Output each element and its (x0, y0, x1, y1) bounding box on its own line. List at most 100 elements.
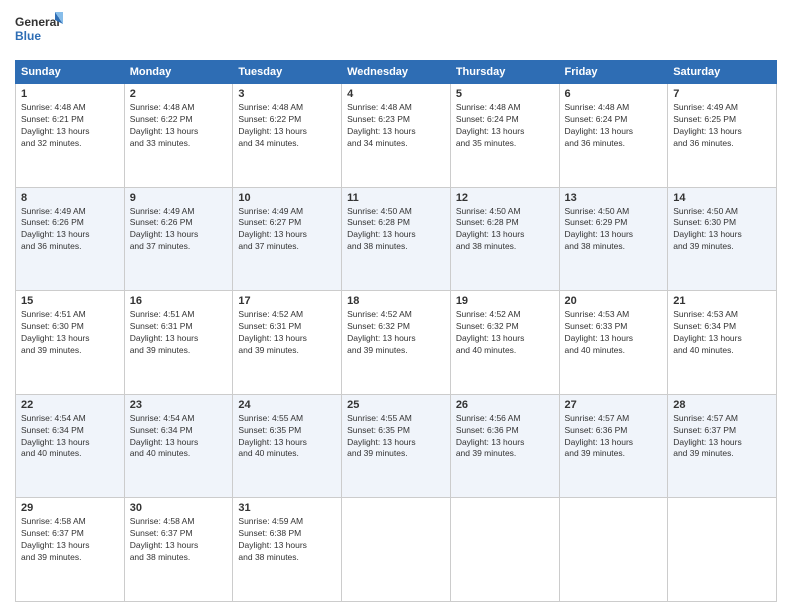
calendar-header: SundayMondayTuesdayWednesdayThursdayFrid… (16, 61, 777, 84)
day-info: Sunrise: 4:50 AM Sunset: 6:30 PM Dayligh… (673, 206, 771, 254)
day-info: Sunrise: 4:51 AM Sunset: 6:31 PM Dayligh… (130, 309, 228, 357)
day-info: Sunrise: 4:50 AM Sunset: 6:29 PM Dayligh… (565, 206, 663, 254)
day-info: Sunrise: 4:55 AM Sunset: 6:35 PM Dayligh… (347, 413, 445, 461)
calendar-cell: 27Sunrise: 4:57 AM Sunset: 6:36 PM Dayli… (559, 394, 668, 498)
day-number: 22 (21, 399, 119, 411)
calendar-cell: 30Sunrise: 4:58 AM Sunset: 6:37 PM Dayli… (124, 498, 233, 602)
day-info: Sunrise: 4:52 AM Sunset: 6:32 PM Dayligh… (456, 309, 554, 357)
day-info: Sunrise: 4:49 AM Sunset: 6:25 PM Dayligh… (673, 102, 771, 150)
calendar-week-1: 1 Sunrise: 4:48 AM Sunset: 6:21 PM Daylig… (16, 84, 777, 188)
day-number: 16 (130, 295, 228, 307)
calendar-week-3: 15 Sunrise: 4:51 AM Sunset: 6:30 PM Dayli… (16, 291, 777, 395)
day-info: Sunrise: 4:48 AM Sunset: 6:24 PM Dayligh… (456, 102, 554, 150)
day-number: 18 (347, 295, 445, 307)
day-header-wednesday: Wednesday (342, 61, 451, 84)
day-info: Sunrise: 4:48 AM Sunset: 6:22 PM Dayligh… (130, 102, 228, 150)
calendar-cell: 14 Sunrise: 4:50 AM Sunset: 6:30 PM Dayli… (668, 187, 777, 291)
day-info: Sunrise: 4:49 AM Sunset: 6:27 PM Dayligh… (238, 206, 336, 254)
day-number: 9 (130, 192, 228, 204)
logo: General Blue (15, 10, 65, 52)
calendar-cell: 28 Sunrise: 4:57 AM Sunset: 6:37 PM Dayli… (668, 394, 777, 498)
calendar-cell: 12Sunrise: 4:50 AM Sunset: 6:28 PM Dayli… (450, 187, 559, 291)
day-info: Sunrise: 4:52 AM Sunset: 6:31 PM Dayligh… (238, 309, 336, 357)
calendar-cell: 19 Sunrise: 4:52 AM Sunset: 6:32 PM Dayli… (450, 291, 559, 395)
day-number: 7 (673, 88, 771, 100)
day-number: 1 (21, 88, 119, 100)
calendar-cell: 23Sunrise: 4:54 AM Sunset: 6:34 PM Dayli… (124, 394, 233, 498)
day-number: 10 (238, 192, 336, 204)
calendar-cell: 29Sunrise: 4:58 AM Sunset: 6:37 PM Dayli… (16, 498, 125, 602)
calendar-cell: 17Sunrise: 4:52 AM Sunset: 6:31 PM Dayli… (233, 291, 342, 395)
day-number: 19 (456, 295, 554, 307)
calendar-week-4: 22 Sunrise: 4:54 AM Sunset: 6:34 PM Dayli… (16, 394, 777, 498)
calendar-cell: 5 Sunrise: 4:48 AM Sunset: 6:24 PM Daylig… (450, 84, 559, 188)
days-of-week-row: SundayMondayTuesdayWednesdayThursdayFrid… (16, 61, 777, 84)
calendar-body: 1 Sunrise: 4:48 AM Sunset: 6:21 PM Daylig… (16, 84, 777, 602)
calendar-cell: 18 Sunrise: 4:52 AM Sunset: 6:32 PM Dayli… (342, 291, 451, 395)
calendar-cell: 26Sunrise: 4:56 AM Sunset: 6:36 PM Dayli… (450, 394, 559, 498)
calendar-cell: 7 Sunrise: 4:49 AM Sunset: 6:25 PM Daylig… (668, 84, 777, 188)
day-number: 21 (673, 295, 771, 307)
calendar-table: SundayMondayTuesdayWednesdayThursdayFrid… (15, 60, 777, 602)
day-header-saturday: Saturday (668, 61, 777, 84)
calendar-cell: 21 Sunrise: 4:53 AM Sunset: 6:34 PM Dayli… (668, 291, 777, 395)
day-header-sunday: Sunday (16, 61, 125, 84)
day-number: 11 (347, 192, 445, 204)
calendar-cell: 25 Sunrise: 4:55 AM Sunset: 6:35 PM Dayli… (342, 394, 451, 498)
day-info: Sunrise: 4:49 AM Sunset: 6:26 PM Dayligh… (21, 206, 119, 254)
day-number: 30 (130, 502, 228, 514)
day-info: Sunrise: 4:50 AM Sunset: 6:28 PM Dayligh… (347, 206, 445, 254)
day-info: Sunrise: 4:58 AM Sunset: 6:37 PM Dayligh… (21, 516, 119, 564)
day-info: Sunrise: 4:48 AM Sunset: 6:24 PM Dayligh… (565, 102, 663, 150)
day-number: 28 (673, 399, 771, 411)
day-number: 13 (565, 192, 663, 204)
calendar-cell: 22 Sunrise: 4:54 AM Sunset: 6:34 PM Dayli… (16, 394, 125, 498)
day-number: 15 (21, 295, 119, 307)
calendar-cell: 31Sunrise: 4:59 AM Sunset: 6:38 PM Dayli… (233, 498, 342, 602)
calendar-cell: 4Sunrise: 4:48 AM Sunset: 6:23 PM Daylig… (342, 84, 451, 188)
calendar-cell: 2 Sunrise: 4:48 AM Sunset: 6:22 PM Daylig… (124, 84, 233, 188)
day-number: 2 (130, 88, 228, 100)
calendar-cell: 9Sunrise: 4:49 AM Sunset: 6:26 PM Daylig… (124, 187, 233, 291)
calendar-cell (342, 498, 451, 602)
calendar-cell: 10 Sunrise: 4:49 AM Sunset: 6:27 PM Dayli… (233, 187, 342, 291)
calendar-cell: 8 Sunrise: 4:49 AM Sunset: 6:26 PM Daylig… (16, 187, 125, 291)
day-info: Sunrise: 4:50 AM Sunset: 6:28 PM Dayligh… (456, 206, 554, 254)
day-info: Sunrise: 4:48 AM Sunset: 6:21 PM Dayligh… (21, 102, 119, 150)
calendar-cell (559, 498, 668, 602)
day-header-monday: Monday (124, 61, 233, 84)
day-number: 27 (565, 399, 663, 411)
calendar-cell: 3Sunrise: 4:48 AM Sunset: 6:22 PM Daylig… (233, 84, 342, 188)
day-number: 23 (130, 399, 228, 411)
day-info: Sunrise: 4:57 AM Sunset: 6:37 PM Dayligh… (673, 413, 771, 461)
day-number: 26 (456, 399, 554, 411)
day-number: 25 (347, 399, 445, 411)
day-info: Sunrise: 4:53 AM Sunset: 6:34 PM Dayligh… (673, 309, 771, 357)
day-number: 5 (456, 88, 554, 100)
logo-svg: General Blue (15, 10, 65, 52)
svg-text:General: General (15, 15, 60, 29)
day-header-tuesday: Tuesday (233, 61, 342, 84)
calendar-week-2: 8 Sunrise: 4:49 AM Sunset: 6:26 PM Daylig… (16, 187, 777, 291)
day-info: Sunrise: 4:54 AM Sunset: 6:34 PM Dayligh… (21, 413, 119, 461)
day-header-thursday: Thursday (450, 61, 559, 84)
day-number: 6 (565, 88, 663, 100)
day-info: Sunrise: 4:59 AM Sunset: 6:38 PM Dayligh… (238, 516, 336, 564)
day-number: 14 (673, 192, 771, 204)
calendar-cell: 15 Sunrise: 4:51 AM Sunset: 6:30 PM Dayli… (16, 291, 125, 395)
day-number: 4 (347, 88, 445, 100)
day-info: Sunrise: 4:52 AM Sunset: 6:32 PM Dayligh… (347, 309, 445, 357)
day-number: 24 (238, 399, 336, 411)
day-header-friday: Friday (559, 61, 668, 84)
day-number: 8 (21, 192, 119, 204)
svg-text:Blue: Blue (15, 29, 41, 43)
day-number: 20 (565, 295, 663, 307)
calendar-cell: 11 Sunrise: 4:50 AM Sunset: 6:28 PM Dayli… (342, 187, 451, 291)
calendar-cell (450, 498, 559, 602)
calendar-cell (668, 498, 777, 602)
day-info: Sunrise: 4:51 AM Sunset: 6:30 PM Dayligh… (21, 309, 119, 357)
calendar-cell: 1 Sunrise: 4:48 AM Sunset: 6:21 PM Daylig… (16, 84, 125, 188)
day-info: Sunrise: 4:48 AM Sunset: 6:22 PM Dayligh… (238, 102, 336, 150)
day-info: Sunrise: 4:55 AM Sunset: 6:35 PM Dayligh… (238, 413, 336, 461)
calendar-cell: 20Sunrise: 4:53 AM Sunset: 6:33 PM Dayli… (559, 291, 668, 395)
